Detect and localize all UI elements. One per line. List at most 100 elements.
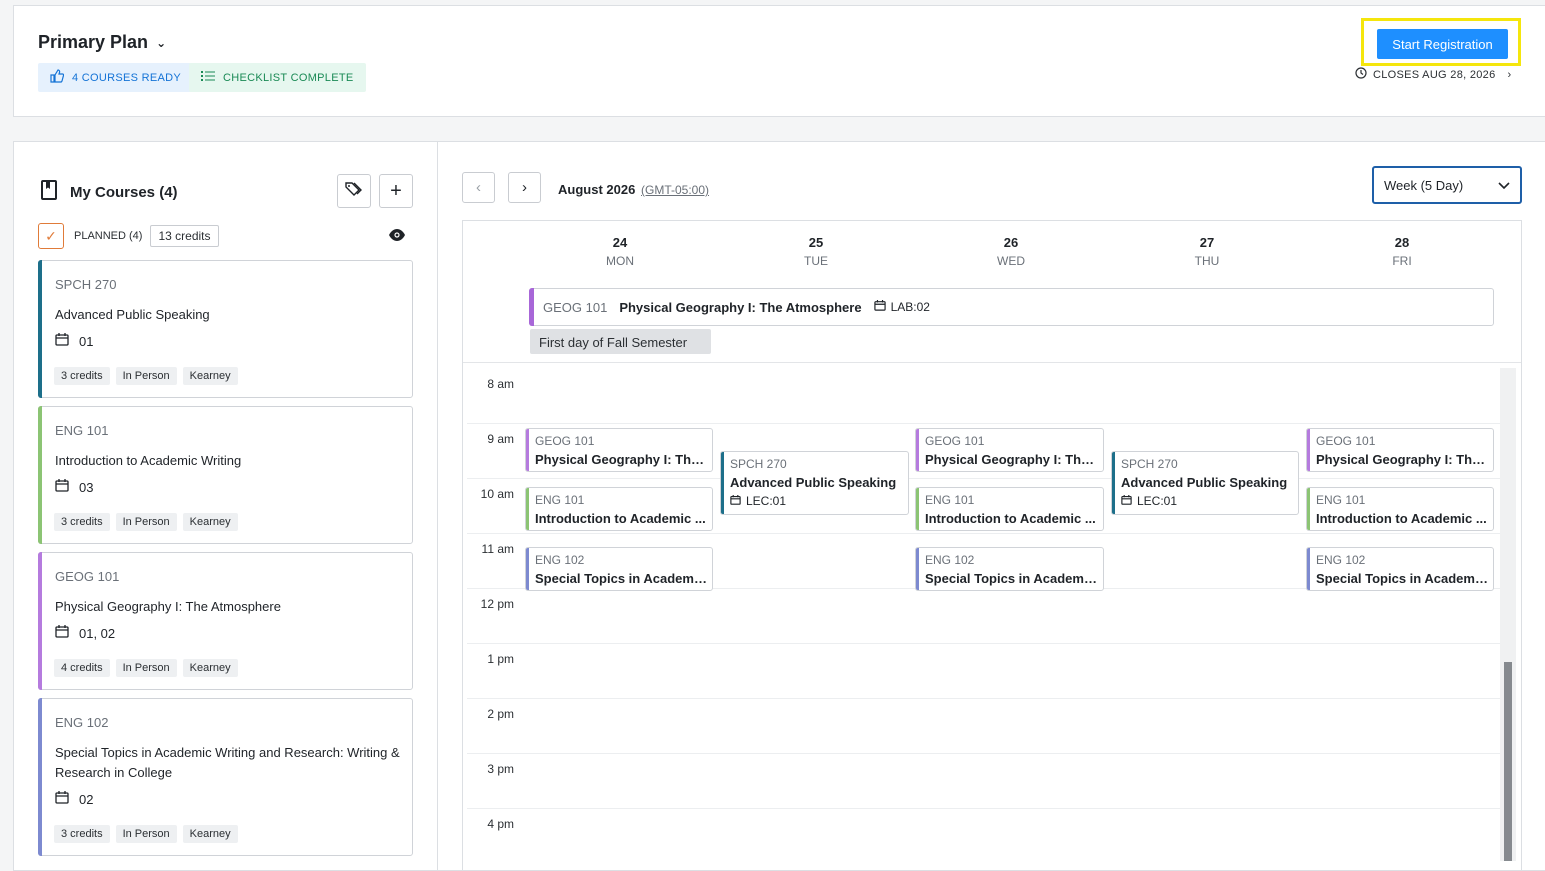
calendar-event[interactable]: ENG 102 Special Topics in Academi... [525,547,713,591]
plus-icon: + [390,179,402,202]
event-color-bar [916,429,919,471]
credits-tag: 4 credits [54,659,110,677]
calendar-icon [1121,494,1132,508]
course-card[interactable]: ENG 101 Introduction to Academic Writing… [38,406,413,544]
chevron-right-icon: › [522,179,527,196]
day-header-tue: 25 TUE [786,235,846,268]
next-week-button[interactable]: › [508,172,541,203]
hour-label: 9 am [487,432,514,446]
course-tags: 3 credits In Person Kearney [54,513,238,531]
hour-line [467,698,1500,699]
hour-label: 10 am [480,487,514,501]
start-registration-button[interactable]: Start Registration [1377,29,1508,59]
courses-ready-badge[interactable]: 4 COURSES READY [38,63,194,92]
tags-icon [345,181,363,202]
course-color-bar [38,698,42,856]
course-card[interactable]: SPCH 270 Advanced Public Speaking 01 3 c… [38,260,413,398]
calendar-event[interactable]: ENG 101 Introduction to Academic ... [1306,487,1494,531]
day-header-thu: 27 THU [1177,235,1237,268]
visibility-toggle[interactable] [388,228,406,247]
checklist-badge[interactable]: CHECKLIST COMPLETE [189,63,366,92]
event-color-bar [1307,548,1310,590]
event-title: Introduction to Academic ... [1316,511,1487,526]
event-color-bar [1307,488,1310,530]
first-day-event[interactable]: First day of Fall Semester [530,329,711,354]
day-number: 26 [1003,235,1019,250]
checklist-label: CHECKLIST COMPLETE [223,71,354,84]
calendar-event[interactable]: SPCH 270 Advanced Public Speaking LEC:01 [1111,451,1299,515]
event-title: Physical Geography I: The Atmosphere [619,299,862,315]
day-name: MON [606,254,634,268]
event-title: Introduction to Academic ... [535,511,706,526]
calendar-event[interactable]: SPCH 270 Advanced Public Speaking LEC:01 [720,451,909,515]
event-color-bar [529,288,534,326]
calendar-event[interactable]: ENG 102 Special Topics in Academi... [1306,547,1494,591]
mode-tag: In Person [115,825,177,843]
calendar-icon [55,791,69,807]
event-code: ENG 101 [925,493,975,507]
scrollbar-thumb[interactable] [1504,662,1512,861]
timezone-link[interactable]: (GMT-05:00) [641,183,709,197]
calendar-event[interactable]: ENG 101 Introduction to Academic ... [525,487,713,531]
allday-event[interactable]: GEOG 101 Physical Geography I: The Atmos… [529,288,1494,326]
event-color-bar [1112,452,1115,514]
hour-label: 11 am [481,542,514,556]
event-color-bar [526,548,529,590]
course-title: Special Topics in Academic Writing and R… [55,745,400,780]
add-course-button[interactable]: + [379,174,413,208]
event-code: ENG 101 [1316,493,1366,507]
course-title: Physical Geography I: The Atmosphere [55,599,281,614]
thumbs-up-icon [50,69,65,86]
credits-tag: 3 credits [54,367,110,385]
tags-button[interactable] [337,174,371,208]
course-code: ENG 102 [55,715,109,730]
event-code: ENG 101 [535,493,585,507]
event-title: Physical Geography I: The... [535,452,707,467]
chevron-left-icon: ‹ [476,179,481,196]
course-title: Introduction to Academic Writing [55,453,242,468]
calendar-event[interactable]: ENG 102 Special Topics in Academi... [915,547,1104,591]
calendar-event[interactable]: ENG 101 Introduction to Academic ... [915,487,1104,531]
plan-selector[interactable]: Primary Plan ⌄ [38,32,166,53]
clock-icon [1355,67,1367,82]
course-card[interactable]: GEOG 101 Physical Geography I: The Atmos… [38,552,413,690]
month-label: August 2026 [558,182,636,197]
course-code: SPCH 270 [55,277,117,292]
event-section: LAB:02 [873,300,930,314]
course-sections: 02 [55,791,93,807]
mode-tag: In Person [115,367,177,385]
course-card[interactable]: ENG 102 Special Topics in Academic Writi… [38,698,413,856]
calendar-icon [55,625,69,641]
event-code: SPCH 270 [730,457,787,471]
chevron-down-icon: ⌄ [156,35,167,50]
event-code: GEOG 101 [535,434,595,448]
closes-label: CLOSES AUG 28, 2026 [1373,68,1496,81]
course-title: Advanced Public Speaking [55,307,210,322]
planned-label: PLANNED (4) [74,230,143,242]
event-title: Special Topics in Academi... [535,571,707,586]
event-code: GEOG 101 [1316,434,1376,448]
prev-week-button[interactable]: ‹ [462,172,495,203]
calendar-event[interactable]: GEOG 101 Physical Geography I: The... [525,428,713,472]
day-number: 27 [1199,235,1215,250]
view-select[interactable]: Week (5 Day) [1372,166,1522,204]
chevron-down-icon [1498,178,1510,193]
day-number: 25 [808,235,824,250]
day-name: WED [997,254,1025,268]
course-sections: 01, 02 [55,625,115,641]
calendar-event[interactable]: GEOG 101 Physical Geography I: The... [915,428,1104,472]
closes-date-link[interactable]: CLOSES AUG 28, 2026 › [1355,67,1511,82]
section-numbers: 03 [79,479,94,495]
hour-label: 12 pm [480,597,514,611]
section-numbers: 01, 02 [79,625,116,641]
event-section: LEC:01 [730,494,908,508]
section-label: LEC:01 [1137,494,1178,508]
calendar-event[interactable]: GEOG 101 Physical Geography I: The... [1306,428,1494,472]
course-sections: 01 [55,333,93,349]
campus-tag: Kearney [182,825,238,843]
event-title: Special Topics in Academi... [1316,571,1488,586]
hour-line [467,533,1500,534]
day-header-mon: 24 MON [590,235,650,268]
hour-label: 1 pm [487,652,514,666]
planned-checkbox[interactable]: ✓ [38,223,64,249]
